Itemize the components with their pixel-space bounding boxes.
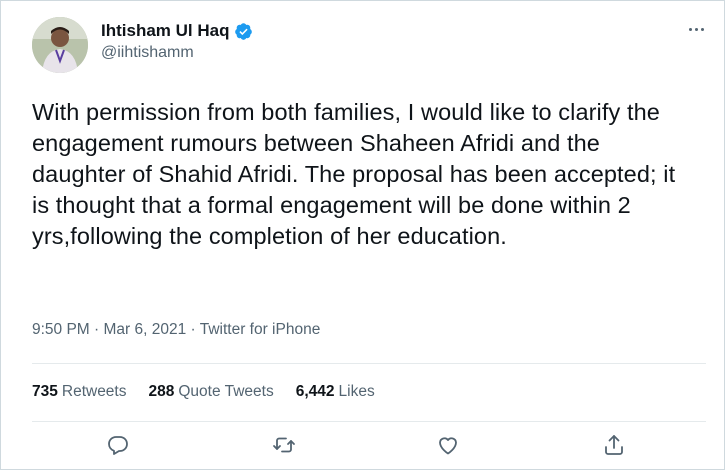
display-name[interactable]: Ihtisham Ul Haq	[101, 21, 229, 41]
avatar-image	[32, 17, 88, 73]
more-dot	[701, 27, 704, 31]
divider	[32, 421, 706, 422]
retweets-stat[interactable]: 735 Retweets	[32, 383, 127, 401]
verified-badge-icon	[234, 22, 253, 41]
retweets-label: Retweets	[61, 383, 127, 400]
share-icon[interactable]	[602, 433, 628, 459]
quote-tweets-stat[interactable]: 288 Quote Tweets	[149, 383, 274, 401]
tweet-timestamp[interactable]: 9:50 PM · Mar 6, 2021 · Twitter for iPho…	[32, 321, 320, 339]
likes-stat[interactable]: 6,442 Likes	[296, 383, 375, 401]
reply-icon[interactable]	[106, 433, 132, 459]
retweet-icon[interactable]	[272, 433, 298, 459]
engagement-stats: 735 Retweets 288 Quote Tweets 6,442 Likes	[32, 383, 375, 401]
quote-tweets-count: 288	[148, 383, 175, 400]
action-bar	[32, 433, 706, 463]
tweet-header: Ihtisham Ul Haq @iihtishamm	[32, 17, 704, 77]
tweet-card: Ihtisham Ul Haq @iihtishamm With permiss…	[0, 0, 725, 470]
more-dot	[689, 27, 692, 31]
retweets-count: 735	[32, 383, 58, 400]
quote-tweets-label: Quote Tweets	[178, 383, 274, 400]
likes-label: Likes	[338, 383, 375, 400]
more-options-icon[interactable]	[674, 17, 704, 41]
name-row: Ihtisham Ul Haq	[101, 19, 253, 43]
divider	[32, 363, 706, 364]
like-icon[interactable]	[436, 433, 462, 459]
author-block: Ihtisham Ul Haq @iihtishamm	[101, 19, 253, 62]
more-dot	[695, 27, 698, 31]
tweet-text: With permission from both families, I wo…	[32, 99, 676, 249]
author-handle[interactable]: @iihtishamm	[101, 44, 253, 62]
avatar[interactable]	[32, 17, 88, 73]
likes-count: 6,442	[295, 383, 335, 400]
